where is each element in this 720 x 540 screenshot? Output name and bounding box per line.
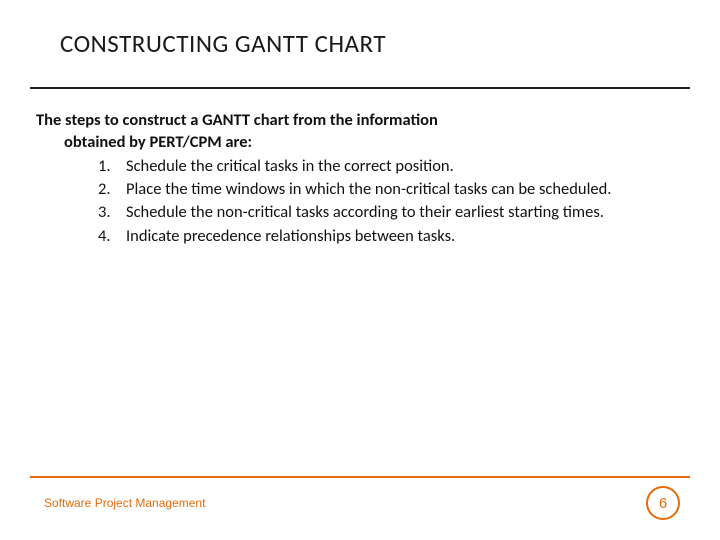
- content-area: The steps to construct a GANTT chart fro…: [0, 89, 720, 247]
- step-number: 1.: [98, 155, 111, 177]
- intro-text: The steps to construct a GANTT chart fro…: [36, 109, 660, 153]
- step-text: Schedule the critical tasks in the corre…: [126, 156, 454, 176]
- intro-line2: obtained by PERT/CPM are:: [36, 131, 660, 153]
- page-number-badge: 6: [646, 486, 680, 520]
- step-number: 3.: [98, 201, 111, 223]
- list-item: 1. Schedule the critical tasks in the co…: [98, 155, 660, 177]
- step-number: 4.: [98, 225, 111, 247]
- footer-divider: [30, 476, 690, 478]
- page-title: CONSTRUCTING GANTT CHART: [60, 28, 670, 59]
- list-item: 2. Place the time windows in which the n…: [98, 178, 660, 200]
- step-text: Place the time windows in which the non-…: [126, 179, 611, 199]
- page-number: 6: [659, 495, 667, 512]
- intro-line1: The steps to construct a GANTT chart fro…: [36, 109, 660, 131]
- steps-list: 1. Schedule the critical tasks in the co…: [36, 155, 660, 246]
- step-text: Indicate precedence relationships betwee…: [126, 226, 455, 246]
- footer: Software Project Management 6: [0, 486, 720, 520]
- list-item: 3. Schedule the non-critical tasks accor…: [98, 201, 660, 223]
- list-item: 4. Indicate precedence relationships bet…: [98, 225, 660, 247]
- step-number: 2.: [98, 178, 111, 200]
- footer-text: Software Project Management: [44, 496, 205, 510]
- step-text: Schedule the non-critical tasks accordin…: [126, 202, 604, 222]
- title-area: CONSTRUCTING GANTT CHART: [0, 0, 720, 73]
